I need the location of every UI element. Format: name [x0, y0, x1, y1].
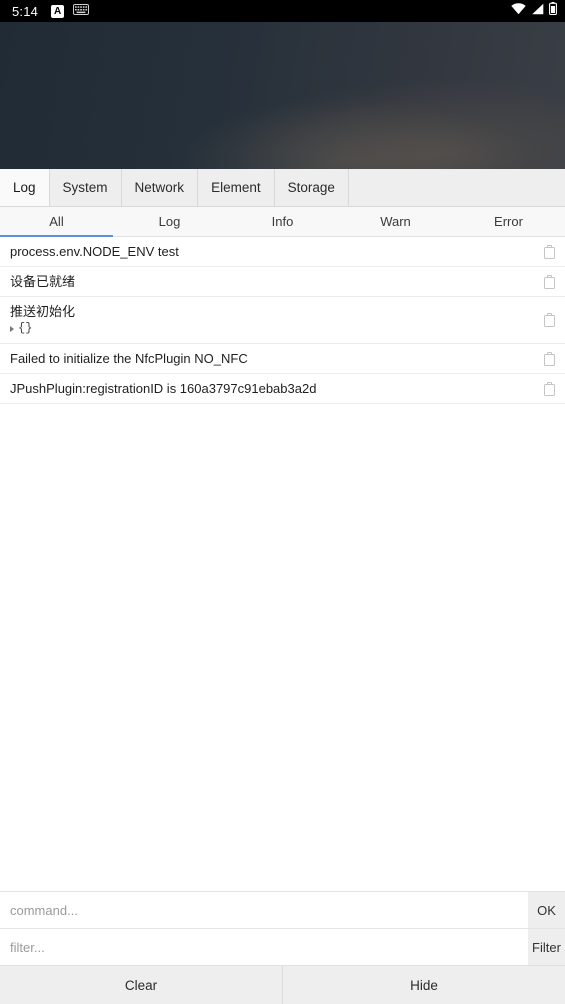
cellular-signal-icon — [531, 2, 544, 20]
command-row: OK — [0, 891, 565, 928]
level-filter-log[interactable]: Log — [113, 207, 226, 236]
table-row[interactable]: process.env.NODE_ENV test — [0, 237, 565, 267]
command-ok-label: OK — [537, 902, 556, 918]
chevron-right-icon[interactable] — [10, 325, 14, 332]
log-list[interactable]: process.env.NODE_ENV test 设备已就绪 推送初始化 {}… — [0, 237, 565, 404]
level-filter-all[interactable]: All — [0, 207, 113, 237]
clipboard-copy-icon-clip — [547, 313, 552, 316]
log-message: Failed to initialize the NfcPlugin NO_NF… — [10, 351, 248, 366]
table-row[interactable]: Failed to initialize the NfcPlugin NO_NF… — [0, 344, 565, 374]
table-row[interactable]: 推送初始化 {} — [0, 297, 565, 344]
clipboard-copy-icon-body — [544, 315, 555, 327]
clipboard-copy-icon[interactable] — [544, 351, 556, 366]
clipboard-copy-icon-body — [544, 276, 555, 289]
log-message: JPushPlugin:registrationID is 160a3797c9… — [10, 381, 317, 396]
hide-button[interactable]: Hide — [282, 966, 565, 1004]
command-field-wrapper[interactable] — [0, 892, 528, 928]
table-row[interactable]: JPushPlugin:registrationID is 160a3797c9… — [0, 374, 565, 404]
clipboard-copy-icon-clip — [547, 274, 552, 278]
tab-network-label: Network — [134, 180, 185, 195]
tab-log-label: Log — [13, 180, 36, 195]
filter-field-wrapper[interactable] — [0, 929, 528, 965]
clipboard-copy-icon[interactable] — [544, 244, 556, 259]
log-message: 设备已就绪 — [10, 274, 76, 289]
log-object-value: {} — [18, 321, 33, 335]
level-filter-warn[interactable]: Warn — [339, 207, 452, 236]
clipboard-copy-icon-body — [544, 246, 555, 259]
command-input[interactable] — [10, 902, 528, 918]
tab-element-label: Element — [211, 180, 261, 195]
tab-storage-label: Storage — [287, 180, 335, 195]
hide-button-label: Hide — [410, 977, 438, 993]
tab-system-label: System — [62, 180, 108, 195]
tab-element[interactable]: Element — [198, 169, 275, 206]
filter-apply-label: Filter — [532, 939, 561, 955]
log-list-empty-space — [0, 404, 565, 891]
clipboard-copy-icon[interactable] — [544, 381, 556, 396]
level-filter-info-label: Info — [271, 214, 294, 229]
log-message: 推送初始化 — [10, 304, 76, 319]
keyboard-icon — [73, 2, 90, 20]
level-filter-error[interactable]: Error — [452, 207, 565, 236]
command-ok-button[interactable]: OK — [528, 892, 565, 928]
clipboard-copy-icon-body — [544, 353, 555, 366]
notification-badge-a-icon: A — [51, 4, 65, 18]
clipboard-copy-icon-body — [544, 383, 555, 396]
wifi-icon — [511, 2, 526, 20]
console-bottom-bar: OK Filter Clear Hide — [0, 891, 565, 1004]
log-level-filter-bar: All Log Info Warn Error — [0, 207, 565, 237]
clipboard-copy-icon[interactable] — [544, 313, 556, 327]
level-filter-all-label: All — [49, 214, 64, 229]
clear-button[interactable]: Clear — [0, 966, 282, 1004]
filter-row: Filter — [0, 928, 565, 965]
console-action-bar: Clear Hide — [0, 965, 565, 1004]
clipboard-copy-icon-clip — [547, 244, 552, 248]
log-object-preview[interactable]: {} — [10, 321, 531, 336]
level-filter-info[interactable]: Info — [226, 207, 339, 236]
clipboard-copy-icon-clip — [547, 351, 552, 355]
log-message: process.env.NODE_ENV test — [10, 244, 179, 259]
tab-storage[interactable]: Storage — [274, 169, 349, 206]
level-filter-warn-label: Warn — [380, 214, 411, 229]
clipboard-copy-icon-clip — [547, 381, 552, 385]
clear-button-label: Clear — [124, 977, 158, 993]
status-bar: 5:14 A — [0, 0, 565, 22]
level-filter-log-label: Log — [158, 214, 181, 229]
status-bar-left-icons: A — [51, 2, 90, 20]
tab-bar-filler — [348, 169, 565, 206]
app-background-area — [0, 22, 565, 169]
level-filter-error-label: Error — [494, 214, 523, 229]
tab-system[interactable]: System — [49, 169, 122, 206]
battery-icon — [549, 2, 557, 20]
status-bar-clock: 5:14 — [12, 3, 39, 19]
devtools-tab-bar: Log System Network Element Storage — [0, 169, 565, 207]
tab-network[interactable]: Network — [121, 169, 199, 206]
clipboard-copy-icon[interactable] — [544, 274, 556, 289]
filter-apply-button[interactable]: Filter — [528, 929, 565, 965]
status-bar-right-icons — [511, 2, 557, 20]
table-row[interactable]: 设备已就绪 — [0, 267, 565, 297]
filter-input[interactable] — [10, 939, 528, 955]
tab-log[interactable]: Log — [0, 169, 50, 206]
